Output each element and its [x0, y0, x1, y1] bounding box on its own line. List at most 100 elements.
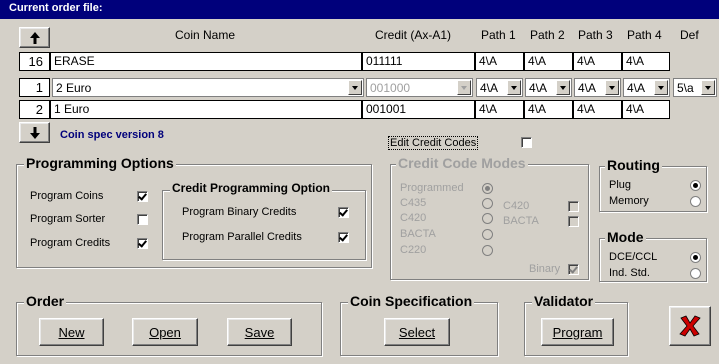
- edit-credit-codes-checkbox[interactable]: [521, 137, 532, 148]
- open-button[interactable]: Open: [132, 318, 198, 346]
- memory-label: Memory: [609, 195, 649, 207]
- path3-field[interactable]: 4\A: [573, 52, 622, 71]
- col-coin-name: Coin Name: [175, 28, 236, 42]
- save-button[interactable]: Save: [227, 318, 292, 346]
- program-binary-checkbox[interactable]: [338, 207, 349, 218]
- binary-label: Binary: [529, 263, 561, 275]
- coin-spec-version: Coin spec version 8: [60, 129, 164, 141]
- credit-select: 001000: [366, 78, 473, 97]
- program-button[interactable]: Program: [541, 318, 614, 346]
- scroll-up-button[interactable]: [19, 27, 50, 48]
- chevron-down-icon: [457, 80, 471, 95]
- coin-name-value: 2 Euro: [56, 81, 92, 95]
- program-parallel-checkbox[interactable]: [338, 232, 349, 243]
- col-credit: Credit (Ax-A1): [375, 28, 452, 42]
- credit-programming-title: Credit Programming Option: [170, 181, 333, 195]
- path3-field[interactable]: 4\A: [573, 100, 622, 119]
- new-button[interactable]: New: [39, 318, 104, 346]
- dce-ccl-radio[interactable]: [690, 252, 701, 263]
- credit-code-modes-title: Credit Code Modes: [396, 155, 528, 171]
- program-sorter-label: Program Sorter: [30, 213, 106, 225]
- path1-value: 4\A: [480, 81, 499, 95]
- plug-radio[interactable]: [690, 180, 701, 191]
- program-parallel-label: Program Parallel Credits: [182, 231, 302, 243]
- arrow-down-icon: [29, 126, 40, 139]
- program-credits-checkbox[interactable]: [137, 238, 148, 249]
- row-index: 16: [19, 52, 50, 71]
- row-index: 1: [19, 78, 50, 97]
- programmed-radio: [482, 183, 493, 194]
- def-select[interactable]: 5\a: [673, 78, 717, 97]
- path1-field[interactable]: 4\A: [475, 100, 524, 119]
- path2-field[interactable]: 4\A: [524, 100, 573, 119]
- chevron-down-icon[interactable]: [556, 80, 570, 95]
- title-bar: Current order file:: [0, 0, 719, 19]
- program-binary-label: Program Binary Credits: [182, 206, 297, 218]
- path4-select[interactable]: 4\A: [623, 78, 670, 97]
- chevron-down-icon[interactable]: [701, 80, 715, 95]
- credit-value: 001000: [370, 81, 411, 95]
- credit-field[interactable]: 001001: [362, 100, 475, 119]
- c220-label: C220: [400, 244, 427, 256]
- bacta-radio: [482, 229, 493, 240]
- chevron-down-icon[interactable]: [654, 80, 668, 95]
- title-text: Current order file:: [9, 2, 103, 14]
- chevron-down-icon[interactable]: [348, 80, 362, 95]
- ind-std-radio[interactable]: [690, 268, 701, 279]
- c435-label: C435: [400, 197, 427, 209]
- bacta-label: BACTA: [400, 228, 436, 240]
- chevron-down-icon[interactable]: [605, 80, 619, 95]
- bacta-b-checkbox: [568, 216, 579, 227]
- coin-name-field[interactable]: ERASE: [50, 52, 362, 71]
- coin-name-field[interactable]: 1 Euro: [50, 100, 362, 119]
- path2-field[interactable]: 4\A: [524, 52, 573, 71]
- coin-spec-title: Coin Specification: [348, 293, 475, 309]
- binary-checkbox: [568, 264, 579, 275]
- program-sorter-checkbox[interactable]: [137, 214, 148, 225]
- credit-programming-group: [162, 190, 366, 260]
- row-index: 2: [19, 100, 50, 119]
- open-button-label: Open: [149, 324, 181, 340]
- programmed-label: Programmed: [400, 182, 464, 194]
- program-button-label: Program: [552, 324, 603, 340]
- select-button[interactable]: Select: [384, 318, 450, 346]
- path1-select[interactable]: 4\A: [476, 78, 523, 97]
- credit-field[interactable]: 011111: [362, 52, 475, 71]
- close-button[interactable]: [669, 306, 711, 346]
- col-path1: Path 1: [481, 28, 516, 42]
- mode-title: Mode: [605, 229, 646, 245]
- program-credits-label: Program Credits: [30, 237, 111, 249]
- path2-select[interactable]: 4\A: [525, 78, 572, 97]
- plug-label: Plug: [609, 179, 632, 191]
- save-button-label: Save: [244, 324, 275, 340]
- c420-label: C420: [400, 212, 427, 224]
- edit-credit-codes-label[interactable]: Edit Credit Codes: [388, 136, 479, 150]
- routing-title: Routing: [605, 157, 662, 173]
- col-path3: Path 3: [578, 28, 613, 42]
- coin-name-select[interactable]: 2 Euro: [52, 78, 364, 97]
- col-path4: Path 4: [627, 28, 662, 42]
- new-button-label: New: [58, 324, 85, 340]
- c220-radio: [482, 245, 493, 256]
- chevron-down-icon[interactable]: [507, 80, 521, 95]
- path4-field[interactable]: 4\A: [622, 100, 670, 119]
- close-icon: [679, 315, 701, 337]
- path4-value: 4\A: [627, 81, 646, 95]
- memory-radio[interactable]: [690, 196, 701, 207]
- program-coins-label: Program Coins: [30, 190, 104, 202]
- col-def: Def: [680, 28, 699, 42]
- dce-ccl-label: DCE/CCL: [609, 251, 658, 263]
- path1-field[interactable]: 4\A: [475, 52, 524, 71]
- program-coins-checkbox[interactable]: [137, 191, 148, 202]
- path4-field[interactable]: 4\A: [622, 52, 670, 71]
- c435-radio: [482, 198, 493, 209]
- path3-select[interactable]: 4\A: [574, 78, 621, 97]
- c420-b-checkbox: [568, 201, 579, 212]
- def-value: 5\a: [677, 81, 694, 95]
- path3-value: 4\A: [578, 81, 597, 95]
- path2-value: 4\A: [529, 81, 548, 95]
- c420-radio: [482, 213, 493, 224]
- scroll-down-button[interactable]: [19, 122, 50, 143]
- arrow-up-icon: [29, 31, 40, 44]
- select-button-label: Select: [398, 324, 436, 340]
